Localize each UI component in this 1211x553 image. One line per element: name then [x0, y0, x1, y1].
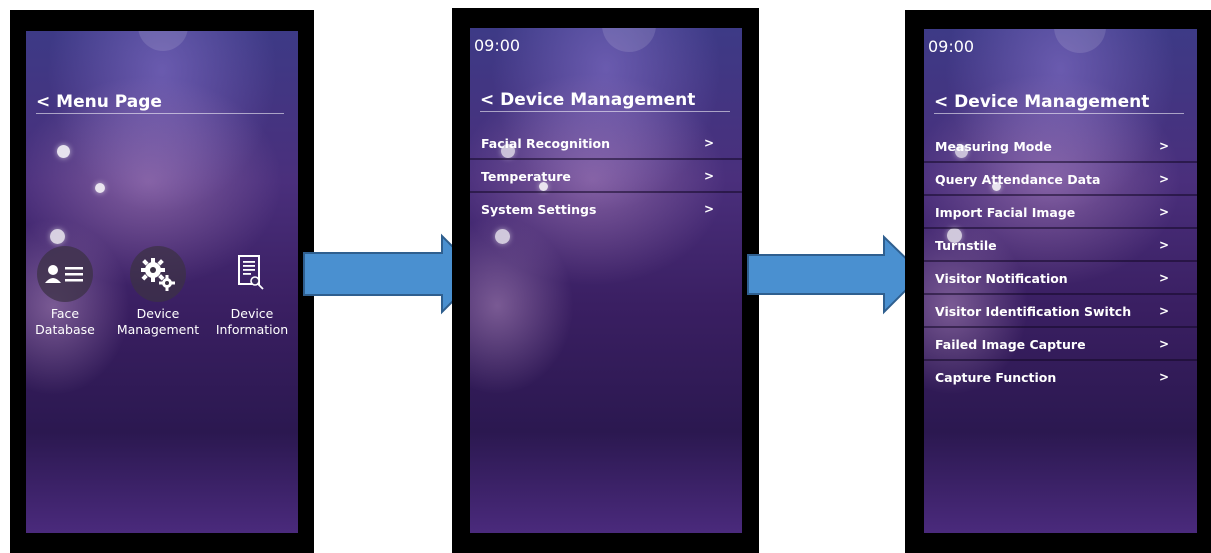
- menu-item-label: Visitor Notification: [935, 271, 1068, 286]
- device-information-label-line1: Device: [230, 306, 274, 321]
- chevron-right-icon: >: [703, 169, 714, 183]
- menu-item-visitor-notification[interactable]: Visitor Notification >: [924, 264, 1197, 295]
- chevron-right-icon: >: [1158, 139, 1169, 153]
- bokeh-dot: [495, 229, 510, 244]
- menu-item-system-settings[interactable]: System Settings >: [470, 195, 742, 226]
- menu-item-query-attendance-data[interactable]: Query Attendance Data >: [924, 165, 1197, 196]
- bokeh-glow: [602, 28, 656, 52]
- page-title[interactable]: < Menu Page: [36, 92, 162, 112]
- menu-item-label: Turnstile: [935, 238, 997, 253]
- screen-menu-page: < Menu Page Face Database Device Managem…: [26, 31, 298, 533]
- clock: 09:00: [928, 37, 975, 56]
- flow-arrow-2: [747, 234, 924, 315]
- device-information-label-line2: Information: [215, 322, 289, 337]
- menu-item-capture-function[interactable]: Capture Function >: [924, 363, 1197, 394]
- menu-item-visitor-identification-switch[interactable]: Visitor Identification Switch >: [924, 297, 1197, 328]
- screen-device-management: 09:00 < Device Management Facial Recogni…: [470, 28, 742, 533]
- page-title[interactable]: < Device Management: [480, 90, 695, 110]
- face-database-label-line2: Database: [35, 322, 95, 337]
- device-management-full-device: 09:00 < Device Management Measuring Mode…: [905, 10, 1211, 553]
- menu-item-temperature[interactable]: Temperature >: [470, 162, 742, 193]
- face-database-label-line1: Face: [50, 306, 80, 321]
- title-divider: [36, 113, 284, 114]
- menu-item-label: Failed Image Capture: [935, 337, 1086, 352]
- device-management-button[interactable]: [130, 246, 186, 302]
- menu-item-label: Measuring Mode: [935, 139, 1052, 154]
- menu-item-failed-image-capture[interactable]: Failed Image Capture >: [924, 330, 1197, 361]
- bokeh-glow: [138, 31, 188, 51]
- bokeh-dot: [50, 229, 65, 244]
- page-title[interactable]: < Device Management: [934, 92, 1149, 112]
- face-database-button[interactable]: [37, 246, 93, 302]
- document-search-icon: [238, 255, 264, 290]
- menu-item-label: Visitor Identification Switch: [935, 304, 1132, 319]
- bokeh-glow: [1054, 29, 1106, 53]
- chevron-right-icon: >: [1158, 271, 1169, 285]
- menu-item-import-facial-image[interactable]: Import Facial Image >: [924, 198, 1197, 229]
- title-divider: [934, 113, 1184, 114]
- bokeh-dot: [57, 145, 70, 158]
- clock: 09:00: [474, 36, 521, 55]
- chevron-right-icon: >: [1158, 370, 1169, 384]
- menu-item-label: Query Attendance Data: [935, 172, 1101, 187]
- chevron-right-icon: >: [1158, 304, 1169, 318]
- menu-item-measuring-mode[interactable]: Measuring Mode >: [924, 132, 1197, 163]
- face-database-icon: [45, 265, 83, 283]
- device-menu-page: < Menu Page Face Database Device Managem…: [10, 10, 314, 553]
- gears-icon: [141, 258, 175, 291]
- menu-item-label: Import Facial Image: [935, 205, 1076, 220]
- chevron-right-icon: >: [1158, 337, 1169, 351]
- menu-item-facial-recognition[interactable]: Facial Recognition >: [470, 129, 742, 160]
- menu-item-turnstile[interactable]: Turnstile >: [924, 231, 1197, 262]
- chevron-right-icon: >: [703, 202, 714, 216]
- menu-item-label: Temperature: [481, 169, 571, 184]
- chevron-right-icon: >: [1158, 172, 1169, 186]
- bokeh-dot: [95, 183, 105, 193]
- menu-item-label: Facial Recognition: [481, 136, 610, 151]
- device-information-label: Device Information: [207, 306, 297, 338]
- device-information-button[interactable]: [222, 246, 278, 302]
- face-database-label: Face Database: [26, 306, 110, 338]
- device-management-label-line1: Device: [136, 306, 180, 321]
- screen-device-management-full: 09:00 < Device Management Measuring Mode…: [924, 29, 1197, 533]
- device-management-label: Device Management: [113, 306, 203, 338]
- chevron-right-icon: >: [703, 136, 714, 150]
- chevron-right-icon: >: [1158, 205, 1169, 219]
- device-management-label-line2: Management: [116, 322, 200, 337]
- menu-item-label: System Settings: [481, 202, 597, 217]
- menu-item-label: Capture Function: [935, 370, 1057, 385]
- device-management-device: 09:00 < Device Management Facial Recogni…: [452, 8, 759, 553]
- chevron-right-icon: >: [1158, 238, 1169, 252]
- title-divider: [480, 111, 730, 112]
- flow-diagram: < Menu Page Face Database Device Managem…: [0, 0, 1211, 553]
